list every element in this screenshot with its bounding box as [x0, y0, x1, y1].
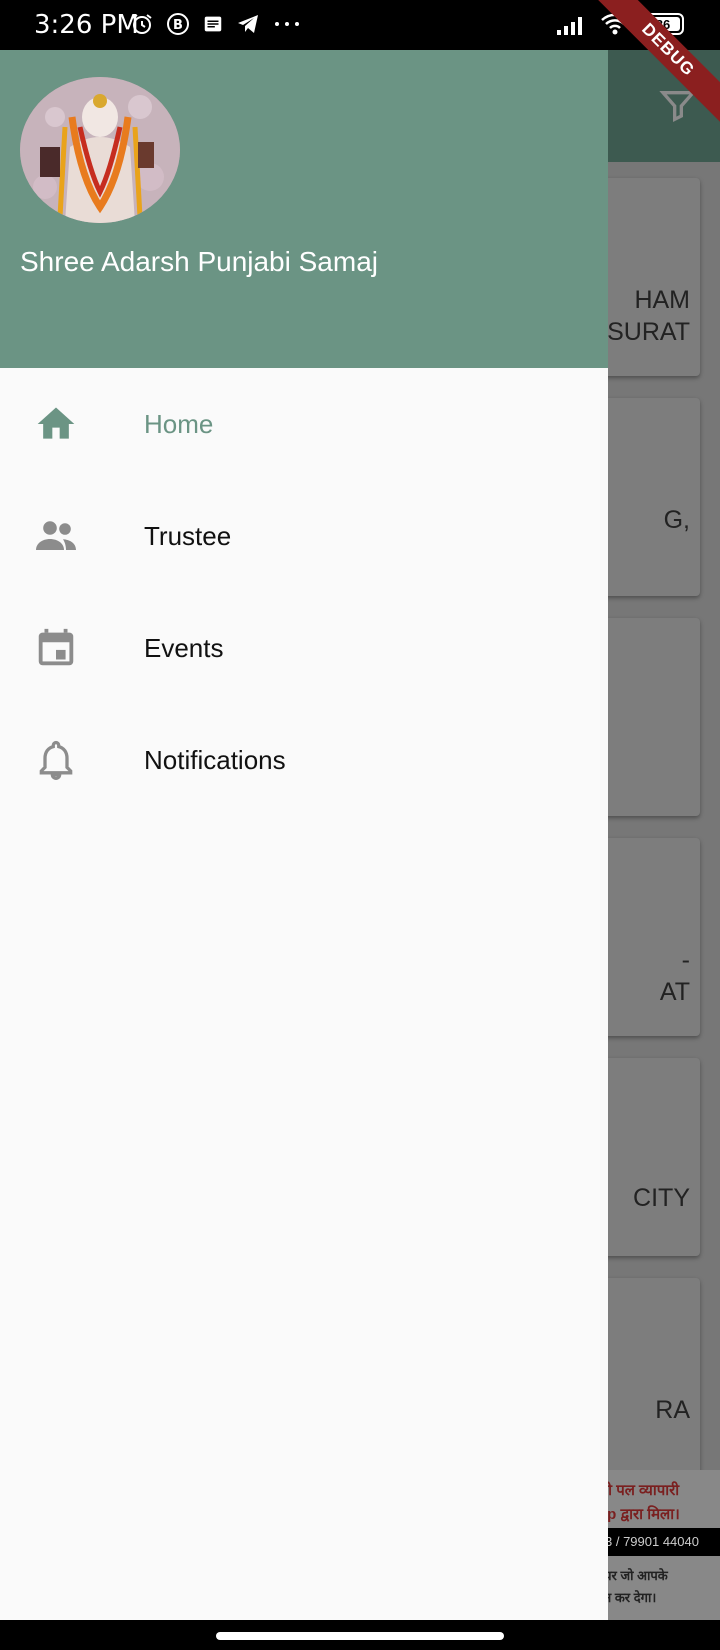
alarm-icon — [132, 14, 152, 34]
telegram-icon — [238, 15, 258, 33]
status-icons-left: B — [130, 12, 302, 36]
drawer-item-label: Events — [144, 632, 224, 663]
drawer-menu: Home Trustee Events Notifications — [0, 368, 608, 816]
drawer-title: Shree Adarsh Punjabi Samaj — [20, 246, 378, 277]
drawer-header: Shree Adarsh Punjabi Samaj — [0, 50, 608, 368]
message-icon — [204, 16, 222, 32]
drawer-item-events[interactable]: Events — [0, 592, 608, 704]
navigation-drawer: Shree Adarsh Punjabi Samaj Home Trustee … — [0, 50, 608, 1620]
ad-text: न कर देगा। — [604, 1590, 657, 1605]
home-gesture-handle[interactable] — [216, 1632, 504, 1640]
drawer-item-label: Home — [144, 408, 214, 439]
calendar-icon — [32, 624, 80, 672]
avatar — [20, 77, 180, 223]
more-dots-icon — [275, 22, 299, 26]
svg-text:B: B — [173, 18, 183, 33]
drawer-item-label: Trustee — [144, 520, 232, 551]
ad-text: pp द्वारा मिला। — [598, 1506, 680, 1523]
people-icon — [32, 512, 80, 560]
b-icon: B — [167, 13, 189, 35]
bell-icon — [32, 736, 80, 784]
drawer-item-label: Notifications — [144, 744, 286, 775]
drawer-item-notifications[interactable]: Notifications — [0, 704, 608, 816]
status-time: 3:26 PM — [34, 10, 139, 40]
drawer-item-trustee[interactable]: Trustee — [0, 480, 608, 592]
ad-text: सी पल व्यापारी — [598, 1482, 680, 1499]
system-nav-bar — [0, 1620, 720, 1650]
deity-image — [20, 77, 180, 223]
signal-icon — [557, 17, 582, 35]
drawer-item-home[interactable]: Home — [0, 368, 608, 480]
home-icon — [32, 400, 80, 448]
ad-text: यर जो आपके — [604, 1568, 668, 1583]
